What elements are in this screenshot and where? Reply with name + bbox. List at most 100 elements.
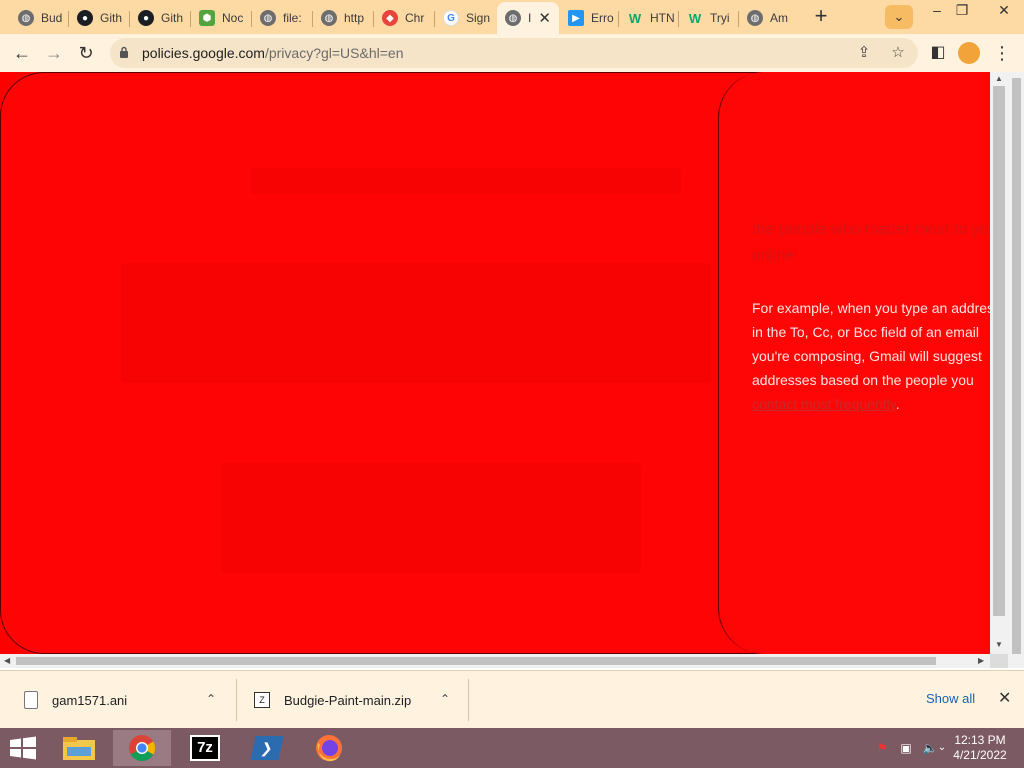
- chevron-up-icon[interactable]: ⌃: [440, 692, 450, 706]
- globe-icon: ◍: [18, 10, 34, 26]
- download-item[interactable]: Z Budgie-Paint-main.zip ⌃: [254, 671, 468, 729]
- forward-arrow-icon: →: [45, 43, 63, 63]
- tab-9-active[interactable]: ◍ I ✕: [497, 2, 559, 34]
- tab-11[interactable]: W HTN: [619, 4, 679, 32]
- w3schools-icon: W: [628, 10, 642, 26]
- share-icon[interactable]: ⇪: [852, 41, 876, 65]
- restore-button[interactable]: ❐: [947, 0, 977, 22]
- windows-start-icon[interactable]: [8, 736, 38, 760]
- show-all-downloads-link[interactable]: Show all: [926, 691, 975, 706]
- scroll-up-icon[interactable]: ▲: [990, 74, 1008, 83]
- tab-1[interactable]: ◍ Bud: [10, 4, 69, 32]
- scrollbar-corner: [990, 654, 1008, 668]
- tab-5[interactable]: ◍ file:: [252, 4, 313, 32]
- tab-7[interactable]: ◆ Chr: [374, 4, 435, 32]
- 7zip-icon: 7z: [190, 735, 220, 761]
- faint-block-shape: [121, 263, 711, 383]
- url-host: policies.google.com: [142, 45, 265, 61]
- clock-date: 4/21/2022: [953, 748, 1007, 762]
- close-tab-icon[interactable]: ✕: [538, 9, 551, 27]
- tab-2[interactable]: ● Gith: [69, 4, 130, 32]
- powershell-icon: ❯: [250, 736, 284, 760]
- scrollbar-thumb[interactable]: [16, 657, 936, 665]
- tab-6[interactable]: ◍ http: [313, 4, 374, 32]
- tab-12[interactable]: W Tryi: [679, 4, 739, 32]
- tab-title: Bud: [41, 11, 63, 25]
- bookmark-star-icon[interactable]: ☆: [886, 41, 910, 65]
- reload-icon: ↻: [78, 43, 94, 63]
- tab-4[interactable]: ⬢ Noc: [191, 4, 252, 32]
- section-heading: the people who matter most to you online: [752, 221, 998, 264]
- taskbar-app-active[interactable]: [113, 730, 171, 766]
- tab-title: file:: [283, 11, 302, 25]
- faint-block-shape: [221, 463, 641, 573]
- tab-10[interactable]: ▶ Erro: [560, 4, 619, 32]
- chevron-down-icon: ⌄: [893, 9, 905, 24]
- faint-heading-shape: [251, 168, 681, 194]
- taskbar-app[interactable]: ❯: [238, 730, 296, 766]
- scrollbar-thumb[interactable]: [993, 86, 1005, 616]
- flag-icon[interactable]: ⚑: [874, 740, 890, 756]
- network-icon[interactable]: ▣: [898, 740, 914, 756]
- new-tab-button[interactable]: +: [808, 5, 834, 29]
- taskbar-app[interactable]: 7z: [176, 730, 234, 766]
- page-viewport: the people who matter most to you online…: [0, 72, 1008, 668]
- contact-most-frequently-link[interactable]: contact most frequently: [752, 396, 896, 412]
- back-arrow-icon: ←: [13, 43, 31, 63]
- windows-taskbar: 7z ❯ ⚑ ▣ 🔈 ⌄ 12:13 PM 4/21/2022: [0, 728, 1024, 768]
- tab-title: http: [344, 11, 365, 25]
- divider: [236, 679, 237, 721]
- address-bar[interactable]: policies.google.com/privacy?gl=US&hl=en …: [110, 38, 918, 68]
- url-path: /privacy?gl=US&hl=en: [264, 45, 404, 61]
- download-filename: gam1571.ani: [52, 692, 128, 708]
- download-item[interactable]: gam1571.ani ⌃: [24, 671, 236, 729]
- reload-button[interactable]: ↻: [72, 40, 100, 66]
- tab-3[interactable]: ● Gith: [130, 4, 191, 32]
- outer-scrollbar[interactable]: [1008, 72, 1024, 668]
- lock-icon: [120, 46, 128, 58]
- chevron-up-icon[interactable]: ⌃: [206, 692, 216, 706]
- tab-search-button[interactable]: ⌄: [885, 5, 913, 29]
- firefox-icon: [316, 735, 342, 762]
- vertical-scrollbar[interactable]: ▲ ▼: [990, 72, 1008, 654]
- scrollbar-thumb[interactable]: [1012, 78, 1021, 654]
- horizontal-scrollbar[interactable]: ◀ ▶: [0, 654, 990, 668]
- close-shelf-icon[interactable]: ✕: [998, 688, 1011, 708]
- tab-8[interactable]: G Sign: [435, 4, 496, 32]
- divider: [468, 679, 469, 721]
- tab-title: I: [528, 11, 532, 25]
- tab-title: Gith: [161, 11, 184, 25]
- menu-button[interactable]: ⋮: [988, 40, 1016, 66]
- body-text-part: For example, when you type an address in…: [752, 300, 1002, 388]
- file-icon: [24, 691, 38, 709]
- play-icon: ▶: [568, 10, 584, 26]
- back-button[interactable]: ←: [8, 40, 36, 66]
- tab-title: Gith: [100, 11, 123, 25]
- tab-title: Tryi: [710, 11, 730, 25]
- chrome-web-store-icon: ◆: [382, 10, 398, 26]
- forward-button[interactable]: →: [40, 40, 68, 66]
- profile-avatar[interactable]: [958, 42, 980, 64]
- taskbar-app[interactable]: [300, 730, 358, 766]
- taskbar-app[interactable]: [50, 730, 108, 766]
- download-shelf: gam1571.ani ⌃ Z Budgie-Paint-main.zip ⌃ …: [0, 670, 1024, 728]
- globe-icon: ◍: [505, 10, 521, 26]
- chrome-icon: [129, 735, 156, 762]
- file-explorer-icon: [63, 737, 95, 760]
- google-icon: G: [443, 10, 459, 26]
- system-clock[interactable]: 12:13 PM 4/21/2022: [944, 733, 1016, 763]
- download-filename: Budgie-Paint-main.zip: [284, 692, 412, 708]
- tab-title: Noc: [222, 11, 244, 25]
- globe-icon: ◍: [260, 10, 276, 26]
- side-panel-button[interactable]: ◧: [924, 40, 952, 66]
- scroll-left-icon[interactable]: ◀: [4, 654, 10, 668]
- tab-13[interactable]: ◍ Am: [739, 4, 798, 32]
- close-window-button[interactable]: ✕: [984, 0, 1024, 22]
- more-vert-icon: ⋮: [993, 43, 1011, 63]
- browser-toolbar: ← → ↻ policies.google.com/privacy?gl=US&…: [0, 34, 1024, 72]
- globe-icon: ◍: [747, 10, 763, 26]
- github-icon: ●: [138, 10, 154, 26]
- globe-icon: ◍: [321, 10, 337, 26]
- scroll-down-icon[interactable]: ▼: [990, 640, 1008, 649]
- scroll-right-icon[interactable]: ▶: [978, 654, 984, 668]
